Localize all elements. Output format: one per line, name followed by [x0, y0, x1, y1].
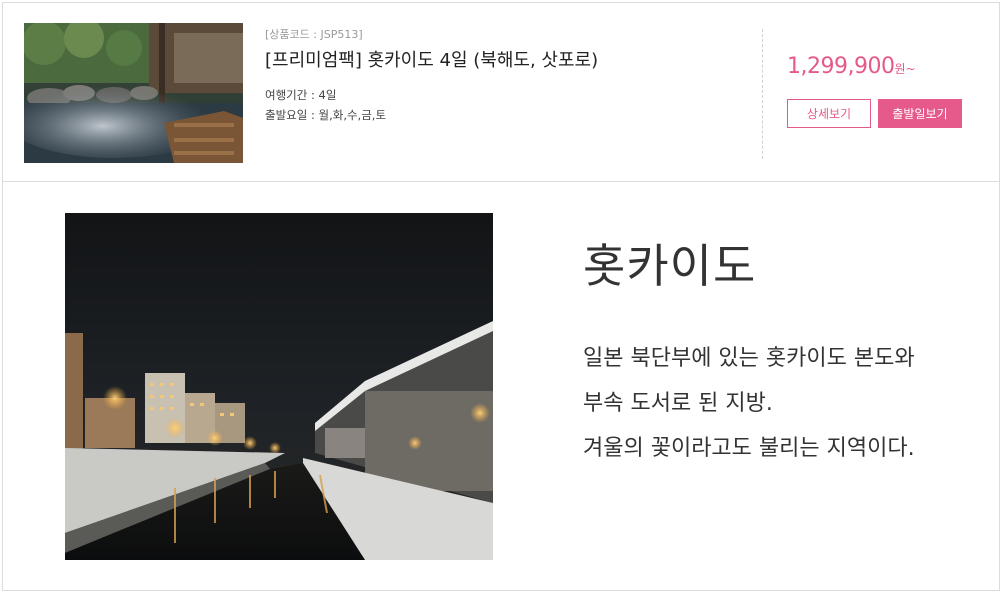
product-card: [상품코드 : JSP513] [프리미엄팩] 홋카이도 4일 (북해도, 삿포… — [2, 2, 1000, 182]
region-description-line: 일본 북단부에 있는 홋카이도 본도와 — [583, 346, 915, 371]
departure-days: 출발요일 : 월,화,수,금,토 — [265, 108, 387, 122]
product-thumbnail[interactable] — [24, 23, 243, 163]
region-description-line: 부속 도서로 된 지방. — [583, 391, 773, 416]
price: 1,299,900원~ — [787, 54, 916, 79]
region-description-line: 겨울의 꽃이라고도 불리는 지역이다. — [583, 436, 915, 461]
price-amount: 1,299,900 — [787, 54, 895, 79]
canal-night-photo — [65, 213, 493, 560]
divider — [762, 29, 763, 159]
onsen-photo — [24, 23, 243, 163]
product-title[interactable]: [프리미엄팩] 홋카이도 4일 (북해도, 삿포로) — [265, 46, 598, 72]
region-photo — [65, 213, 493, 560]
detail-button[interactable]: 상세보기 — [787, 99, 871, 128]
region-feature-panel: 홋카이도 일본 북단부에 있는 홋카이도 본도와 부속 도서로 된 지방. 겨울… — [2, 182, 1000, 591]
travel-duration: 여행기간 : 4일 — [265, 88, 337, 102]
region-title: 홋카이도 — [583, 239, 757, 293]
product-code: [상품코드 : JSP513] — [265, 28, 363, 41]
price-unit: 원~ — [894, 62, 916, 76]
departure-dates-button[interactable]: 출발일보기 — [878, 99, 962, 128]
